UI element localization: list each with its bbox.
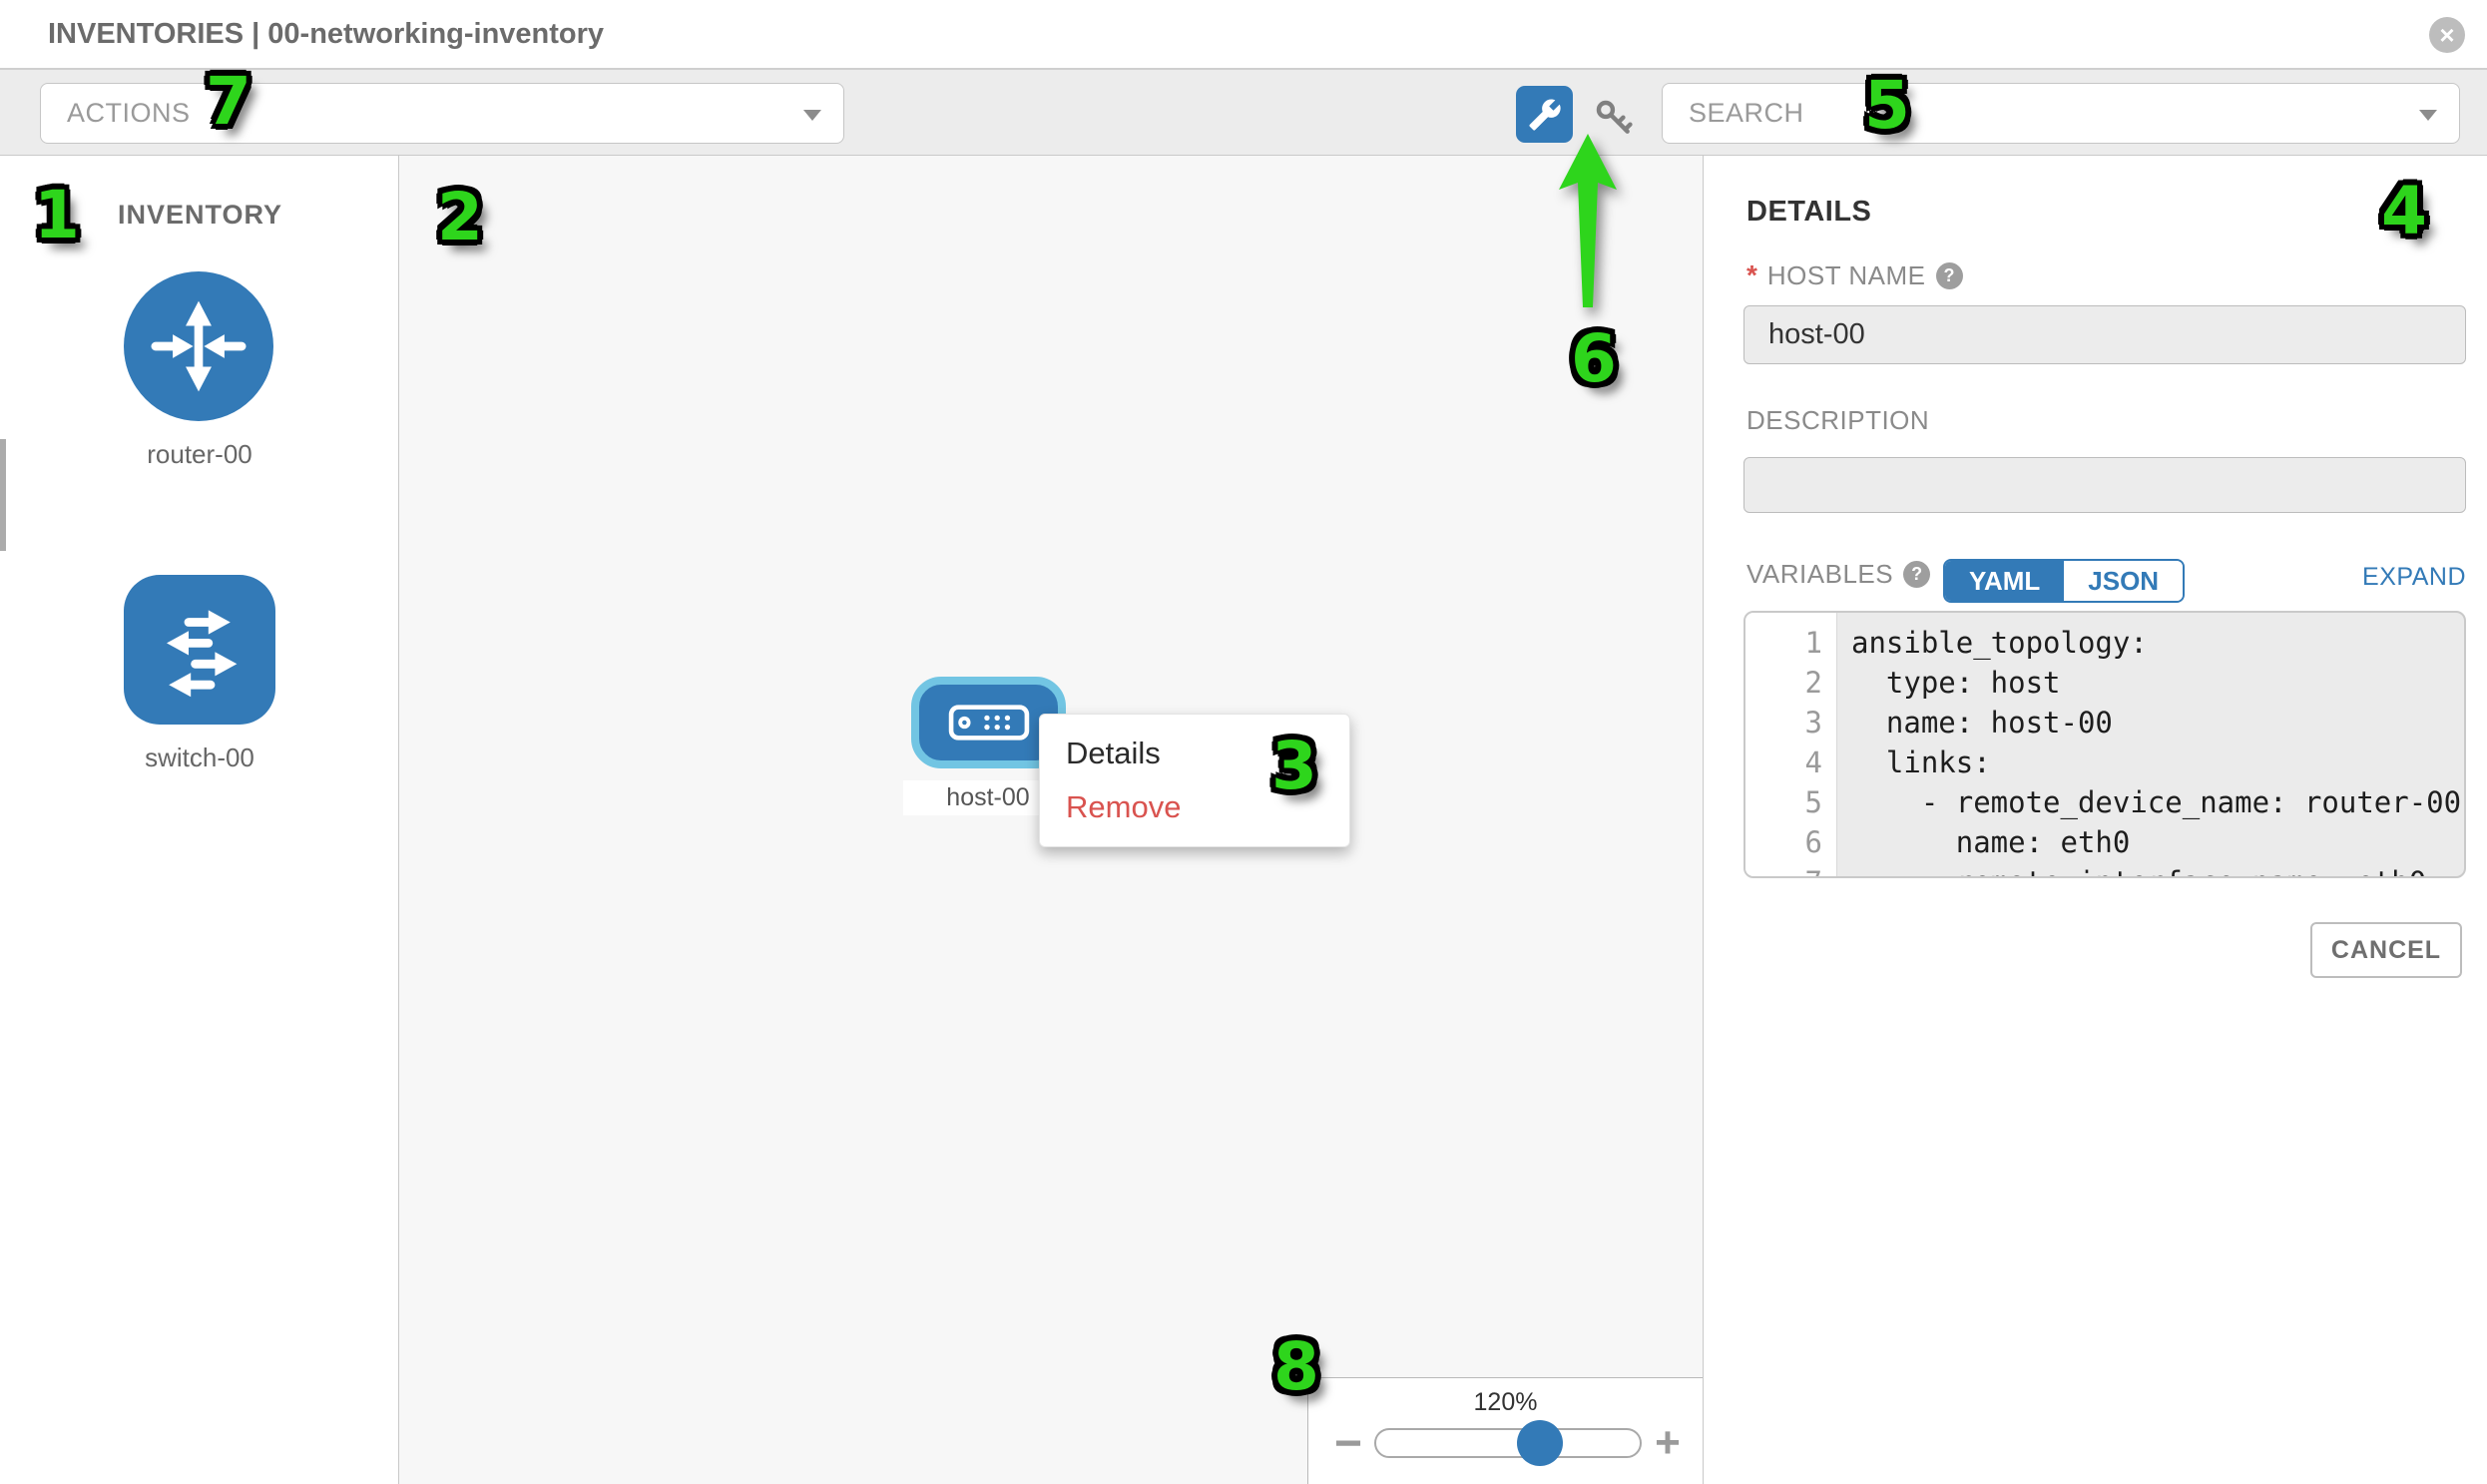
help-icon[interactable]: ? — [1936, 262, 1963, 289]
tab-json[interactable]: JSON — [2064, 561, 2183, 601]
line-number: 4 — [1745, 742, 1836, 782]
node-context-menu: Details Remove — [1039, 714, 1350, 847]
header-bar: INVENTORIES | 00-networking-inventory × — [0, 0, 2487, 70]
zoom-level-value: 120% — [1308, 1388, 1703, 1417]
switch-icon — [145, 595, 254, 705]
context-menu-item-remove[interactable]: Remove — [1040, 780, 1349, 834]
line-number: 1 — [1745, 623, 1836, 663]
line-number: 3 — [1745, 703, 1836, 742]
zoom-control-panel: 120% − + — [1307, 1377, 1704, 1484]
chevron-down-icon — [2419, 110, 2437, 121]
tab-yaml[interactable]: YAML — [1945, 561, 2064, 601]
line-number: 5 — [1745, 782, 1836, 822]
code-line: links: — [1851, 742, 2464, 782]
host-name-label: HOST NAME — [1767, 260, 1926, 291]
expand-link[interactable]: EXPAND — [2362, 563, 2466, 592]
actions-dropdown[interactable]: ACTIONS — [40, 83, 844, 144]
sidebar-scrollbar-thumb[interactable] — [0, 439, 6, 551]
code-line: name: host-00 — [1851, 703, 2464, 742]
code-line: type: host — [1851, 663, 2464, 703]
close-icon[interactable]: × — [2429, 17, 2465, 53]
zoom-slider-track[interactable] — [1374, 1428, 1642, 1458]
search-dropdown-label: SEARCH — [1663, 84, 2459, 143]
context-menu-item-details[interactable]: Details — [1040, 727, 1349, 780]
palette-item-switch[interactable] — [124, 575, 275, 725]
toolbar: ACTIONS SEARCH — [0, 70, 2487, 156]
cancel-button[interactable]: CANCEL — [2310, 922, 2462, 978]
zoom-slider-knob[interactable] — [1517, 1420, 1563, 1466]
variables-format-toggle: YAML JSON — [1943, 559, 2185, 603]
code-line: name: eth0 — [1851, 822, 2464, 862]
code-line: ansible_topology: — [1851, 623, 2464, 663]
palette-label-router: router-00 — [110, 439, 289, 470]
line-number: 7 — [1745, 862, 1836, 878]
line-number: 2 — [1745, 663, 1836, 703]
line-number: 6 — [1745, 822, 1836, 862]
actions-dropdown-label: ACTIONS — [41, 84, 843, 143]
description-label-row: DESCRIPTION — [1746, 405, 1929, 436]
zoom-out-button[interactable]: − — [1328, 1418, 1368, 1468]
help-icon[interactable]: ? — [1903, 561, 1930, 588]
required-asterisk: * — [1746, 259, 1757, 291]
page-title: INVENTORIES | 00-networking-inventory — [48, 0, 604, 68]
description-input[interactable] — [1743, 457, 2466, 513]
chevron-down-icon — [803, 110, 821, 121]
editor-line-number-gutter: 1 2 3 4 5 6 7 — [1745, 613, 1837, 876]
code-line: remote_interface_name: eth0 — [1851, 862, 2464, 878]
variables-label: VARIABLES — [1746, 559, 1893, 590]
host-name-label-row: * HOST NAME ? — [1746, 259, 1963, 291]
inventory-sidebar: INVENTORY router-00 switch-00 — [0, 156, 399, 1484]
editor-code-area[interactable]: ansible_topology: type: host name: host-… — [1837, 613, 2464, 876]
router-icon — [145, 292, 252, 400]
code-line: - remote_device_name: router-00 — [1851, 782, 2464, 822]
variables-code-editor[interactable]: 1 2 3 4 5 6 7 ansible_topology: type: ho… — [1743, 611, 2466, 878]
search-dropdown[interactable]: SEARCH — [1662, 83, 2460, 144]
host-icon — [948, 704, 1030, 742]
topology-canvas[interactable]: host-00 Details Remove 120% − + — [399, 156, 1704, 1484]
zoom-in-button[interactable]: + — [1648, 1418, 1688, 1468]
variables-label-row: VARIABLES ? — [1746, 559, 1930, 590]
details-panel-title: DETAILS — [1746, 196, 1871, 229]
palette-item-router[interactable] — [124, 271, 273, 421]
inventory-title: INVENTORY — [118, 200, 282, 231]
host-name-input[interactable] — [1743, 305, 2466, 364]
key-tool-button[interactable] — [1591, 95, 1637, 141]
key-icon — [1593, 97, 1635, 139]
wrench-icon — [1528, 98, 1562, 132]
description-label: DESCRIPTION — [1746, 405, 1929, 436]
palette-label-switch: switch-00 — [110, 742, 289, 773]
details-panel: DETAILS * HOST NAME ? DESCRIPTION VARIAB… — [1704, 156, 2487, 1484]
toolbar-tools-button[interactable] — [1516, 86, 1573, 143]
